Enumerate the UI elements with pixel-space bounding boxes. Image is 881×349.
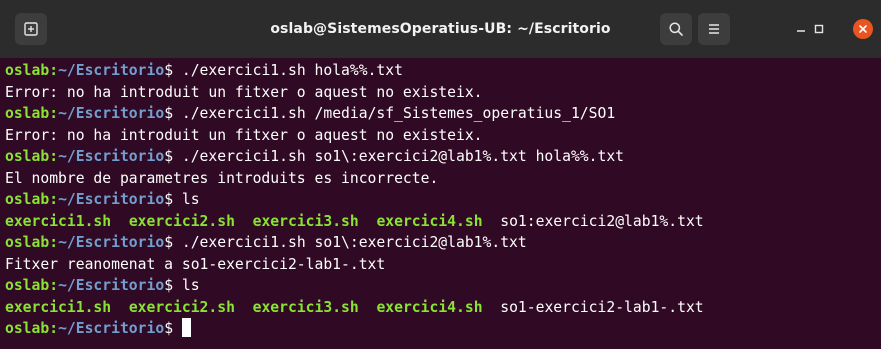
- command-text: ./exercici1.sh /media/sf_Sistemes_operat…: [181, 105, 616, 122]
- prompt-separator: :: [49, 62, 59, 79]
- prompt-user-host: oslab: [5, 148, 50, 165]
- search-icon: [669, 22, 683, 36]
- text-cursor[interactable]: [181, 318, 191, 337]
- output-line: Error: no ha introduit un fitxer o aques…: [5, 126, 483, 144]
- menu-button[interactable]: [698, 13, 730, 45]
- executable-file: exercici4.sh: [376, 212, 483, 230]
- prompt-separator: :: [49, 234, 59, 251]
- menu-icon: [709, 24, 719, 34]
- prompt-path: ~/Escritorio: [58, 105, 165, 122]
- prompt-path: ~/Escritorio: [58, 62, 165, 79]
- executable-file: exercici2.sh: [128, 298, 235, 316]
- maximize-icon: [814, 24, 824, 34]
- prompt-symbol: $: [164, 320, 182, 337]
- terminal-output[interactable]: oslab:~/Escritorio$ ./exercici1.sh hola%…: [0, 58, 881, 349]
- command-text: ls: [181, 277, 200, 294]
- output-line: Fitxer reanomenat a so1-exercici2-lab1-.…: [5, 255, 386, 273]
- executable-file: exercici4.sh: [376, 298, 483, 316]
- output-line: El nombre de parametres introduits es in…: [5, 169, 439, 187]
- maximize-button[interactable]: [803, 13, 835, 45]
- close-button[interactable]: [853, 19, 873, 39]
- prompt-path: ~/Escritorio: [58, 234, 165, 251]
- prompt-user-host: oslab: [5, 191, 50, 208]
- executable-file: exercici2.sh: [128, 212, 235, 230]
- prompt-line: oslab:~/Escritorio$ ./exercici1.sh /medi…: [5, 103, 881, 125]
- prompt-user-host: oslab: [5, 320, 50, 337]
- regular-file: so1:exercici2@lab1%.txt: [500, 212, 704, 230]
- executable-file: exercici1.sh: [5, 212, 112, 230]
- prompt-separator: :: [49, 277, 59, 294]
- executable-file: exercici3.sh: [252, 298, 359, 316]
- prompt-line: oslab:~/Escritorio$ ls: [5, 189, 881, 211]
- prompt-line: oslab:~/Escritorio$ ./exercici1.sh so1\:…: [5, 232, 881, 254]
- prompt-symbol: $: [164, 62, 182, 79]
- prompt-separator: :: [49, 191, 59, 208]
- command-text: ./exercici1.sh so1\:exercici2@lab1%.txt: [181, 234, 527, 251]
- prompt-line: oslab:~/Escritorio$ ./exercici1.sh hola%…: [5, 60, 881, 82]
- prompt-user-host: oslab: [5, 62, 50, 79]
- regular-file: so1-exercici2-lab1-.txt: [500, 298, 704, 316]
- prompt-line: oslab:~/Escritorio$ ./exercici1.sh so1\:…: [5, 146, 881, 168]
- prompt-symbol: $: [164, 234, 182, 251]
- ls-output-line: exercici1.sh exercici2.sh exercici3.sh e…: [5, 297, 881, 319]
- prompt-line: oslab:~/Escritorio$: [5, 318, 881, 340]
- window-title: oslab@SistemesOperatius-UB: ~/Escritorio: [270, 21, 611, 37]
- prompt-symbol: $: [164, 148, 182, 165]
- ls-output-line: exercici1.sh exercici2.sh exercici3.sh e…: [5, 211, 881, 233]
- prompt-user-host: oslab: [5, 105, 50, 122]
- prompt-symbol: $: [164, 277, 182, 294]
- prompt-path: ~/Escritorio: [58, 277, 165, 294]
- prompt-user-host: oslab: [5, 277, 50, 294]
- command-text: ls: [181, 191, 200, 208]
- command-text: ./exercici1.sh hola%%.txt: [181, 62, 403, 79]
- prompt-separator: :: [49, 320, 59, 337]
- search-button[interactable]: [660, 13, 692, 45]
- executable-file: exercici1.sh: [5, 298, 112, 316]
- command-text: ./exercici1.sh so1\:exercici2@lab1%.txt …: [181, 148, 625, 165]
- executable-file: exercici3.sh: [252, 212, 359, 230]
- prompt-path: ~/Escritorio: [58, 191, 165, 208]
- terminal-window: oslab@SistemesOperatius-UB: ~/Escritorio: [0, 0, 881, 349]
- close-icon: [859, 25, 867, 33]
- prompt-symbol: $: [164, 105, 182, 122]
- title-bar[interactable]: oslab@SistemesOperatius-UB: ~/Escritorio: [0, 0, 881, 58]
- prompt-symbol: $: [164, 191, 182, 208]
- output-line: Error: no ha introduit un fitxer o aques…: [5, 83, 483, 101]
- prompt-path: ~/Escritorio: [58, 320, 165, 337]
- prompt-separator: :: [49, 105, 59, 122]
- prompt-line: oslab:~/Escritorio$ ls: [5, 275, 881, 297]
- prompt-path: ~/Escritorio: [58, 148, 165, 165]
- prompt-separator: :: [49, 148, 59, 165]
- prompt-user-host: oslab: [5, 234, 50, 251]
